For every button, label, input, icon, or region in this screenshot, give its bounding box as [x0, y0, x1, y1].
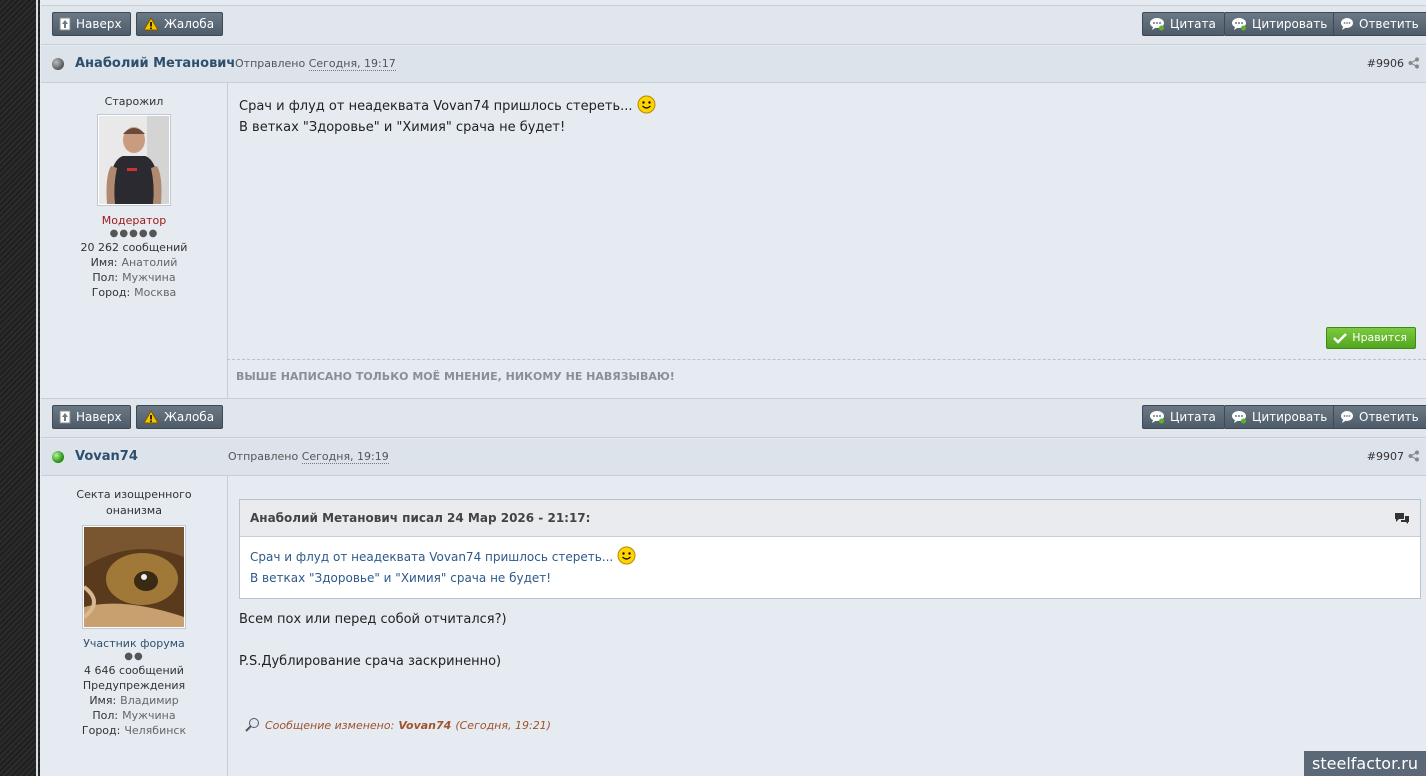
- user-city-row: Город: Челябинск: [81, 724, 187, 737]
- user-name-row: Имя: Владимир: [89, 694, 179, 707]
- checkmark-icon: [1333, 333, 1348, 344]
- quote-block: Анаболий Метанович писал 24 Мар 2026 - 2…: [239, 499, 1421, 599]
- post-actions-bar: Наверх Жалоба Цитата Цитировать Ответить: [41, 5, 1426, 45]
- post-count: 4 646 сообщений: [84, 664, 184, 677]
- quote-body: Срач и флуд от неадеквата Vovan74 пришло…: [240, 537, 1420, 598]
- signature-divider: [227, 359, 1426, 360]
- quote-button[interactable]: Цитата: [1142, 12, 1225, 36]
- user-title: Старожил: [104, 95, 164, 108]
- post-count: 20 262 сообщений: [80, 241, 188, 254]
- post-number-link[interactable]: #9907: [1367, 450, 1404, 463]
- warning-icon: [143, 410, 159, 424]
- post-author[interactable]: Анаболий Метанович: [75, 56, 235, 71]
- reply-bubble-icon: [1341, 411, 1353, 423]
- post-body: Всем пох или перед собой отчитался?) P.S…: [239, 609, 507, 672]
- user-signature: Выше написано только моё мнение, никому …: [236, 370, 675, 383]
- reply-button[interactable]: Ответить: [1333, 405, 1426, 429]
- edited-by-user[interactable]: Vovan74: [398, 719, 451, 732]
- user-name-row: Имя: Анатолий: [90, 256, 178, 269]
- post-header: Анаболий Метанович Отправлено Сегодня, 1…: [41, 46, 1426, 83]
- forum-topic: Наверх Жалоба Цитата Цитировать Ответить…: [40, 0, 1426, 776]
- edit-note: Сообщение изменено: Vovan74 (Сегодня, 19…: [245, 717, 551, 733]
- share-icon[interactable]: [1408, 57, 1420, 69]
- avatar-image: [99, 116, 169, 204]
- site-watermark: steelfactor.ru: [1304, 751, 1426, 776]
- reply-button[interactable]: Ответить: [1333, 12, 1426, 36]
- user-city-row: Город: Москва: [91, 286, 177, 299]
- page-side-background: [0, 0, 40, 776]
- avatar-image: [82, 527, 184, 627]
- user-gender-row: Пол: Мужчина: [92, 271, 176, 284]
- quote-header: Анаболий Метанович писал 24 Мар 2026 - 2…: [240, 500, 1420, 537]
- post-text-line: В ветках "Здоровье" и "Химия" срача не б…: [239, 120, 566, 135]
- page-up-icon: [59, 410, 71, 424]
- user-info-panel: Старожил Модератор ●●●●● 20 262 сообщени…: [41, 83, 228, 398]
- online-status-icon: [52, 451, 64, 463]
- quote-bubble-icon: [1232, 411, 1246, 424]
- back-to-top-button[interactable]: Наверх: [52, 12, 131, 36]
- post-date: Отправлено Сегодня, 19:19: [228, 450, 389, 464]
- report-button[interactable]: Жалоба: [136, 12, 224, 36]
- user-role: Модератор: [101, 214, 167, 227]
- post-body: Срач и флуд от неадеквата Vovan74 пришло…: [239, 95, 656, 138]
- rank-pips: ●●●●●: [109, 228, 159, 239]
- quote-bubble-icon: [1232, 18, 1246, 31]
- post-text-line: Срач и флуд от неадеквата Vovan74 пришло…: [239, 95, 656, 117]
- post-text-line: Всем пох или перед собой отчитался?): [239, 612, 507, 627]
- share-icon[interactable]: [1408, 450, 1420, 462]
- quote-bubble-icon: [1150, 18, 1164, 31]
- smiley-icon: [637, 95, 655, 114]
- post-date: Отправлено Сегодня, 19:17: [235, 57, 396, 71]
- quote-text-line: В ветках "Здоровье" и "Химия" срача не б…: [250, 571, 552, 585]
- quote-text-line: Срач и флуд от неадеквата Vovan74 пришло…: [250, 546, 1410, 568]
- post-number-link[interactable]: #9906: [1367, 57, 1404, 70]
- like-button[interactable]: Нравится: [1326, 327, 1416, 349]
- warnings-link[interactable]: Предупреждения: [41, 679, 227, 692]
- comments-icon[interactable]: [1394, 512, 1410, 525]
- user-title: Секта изощренного онанизма: [76, 488, 192, 517]
- avatar[interactable]: [82, 525, 186, 629]
- post-author[interactable]: Vovan74: [75, 449, 138, 464]
- post-actions-bar: Наверх Жалоба Цитата Цитировать Ответить: [41, 398, 1426, 438]
- user-info-panel: Секта изощренного онанизма Участник фору…: [41, 476, 228, 776]
- smiley-icon: [617, 546, 636, 565]
- post-header: Vovan74 Отправлено Сегодня, 19:19 #9907: [41, 439, 1426, 476]
- edit-magnifier-icon: [245, 718, 259, 732]
- offline-status-icon: [52, 58, 64, 70]
- report-button[interactable]: Жалоба: [136, 405, 224, 429]
- back-to-top-button[interactable]: Наверх: [52, 405, 131, 429]
- post-text-line: P.S.Дублирование срача заскриненно): [239, 654, 502, 669]
- user-gender-row: Пол: Мужчина: [92, 709, 176, 722]
- warning-icon: [143, 17, 159, 31]
- quote-bubble-icon: [1150, 411, 1164, 424]
- rank-pips: ●●: [124, 651, 144, 662]
- multiquote-button[interactable]: Цитировать: [1224, 405, 1337, 429]
- multiquote-button[interactable]: Цитировать: [1224, 12, 1337, 36]
- page-up-icon: [59, 17, 71, 31]
- reply-bubble-icon: [1341, 18, 1353, 30]
- avatar[interactable]: [97, 114, 171, 206]
- user-role: Участник форума: [83, 637, 185, 650]
- quote-button[interactable]: Цитата: [1142, 405, 1225, 429]
